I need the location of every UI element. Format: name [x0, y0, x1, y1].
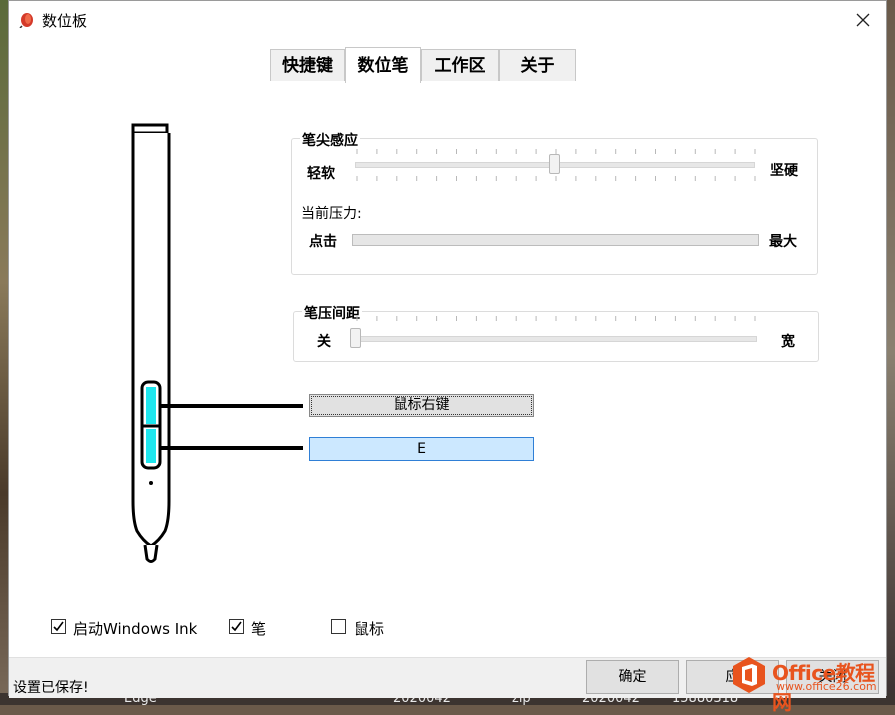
watermark-url: www.office26.com [776, 680, 877, 693]
office-logo-icon [733, 657, 765, 693]
mouse-checkbox[interactable] [331, 619, 346, 634]
firm-label: 坚硬 [770, 163, 798, 179]
checkmark-icon [231, 621, 242, 632]
tab-work-area[interactable]: 工作区 [421, 49, 499, 81]
upper-button-connector [161, 404, 303, 408]
save-status-text: 设置已保存! [13, 680, 89, 696]
tab-pen[interactable]: 数位笔 [345, 47, 421, 83]
tip-sensitivity-title: 笔尖感应 [300, 130, 360, 150]
pen-checkbox-row[interactable]: 笔 [229, 617, 289, 638]
off-label: 关 [317, 334, 331, 350]
pen-lower-button-setting[interactable]: E [309, 437, 534, 461]
tip-sensitivity-group: 笔尖感应 轻软 坚硬 当前压力: 点击 最大 [291, 130, 818, 275]
current-pressure-bar [352, 234, 759, 246]
pen-upper-button-setting[interactable]: 鼠标右键 [309, 394, 534, 417]
click-label: 点击 [309, 234, 337, 250]
desktop-background-right [887, 0, 895, 705]
pressure-spacing-title: 笔压间距 [302, 303, 362, 323]
ok-button[interactable]: 确定 [586, 660, 679, 694]
pressure-spacing-thumb[interactable] [350, 328, 361, 348]
windows-ink-label: 启动Windows Ink [73, 620, 198, 638]
wide-label: 宽 [781, 334, 795, 350]
lower-button-connector [161, 446, 303, 450]
window-close-button[interactable] [840, 1, 886, 39]
tick-marks-spacing [356, 316, 756, 321]
pen-checkbox[interactable] [229, 619, 244, 634]
tab-strip: 快捷键 数位笔 工作区 关于 [9, 47, 886, 84]
close-icon [856, 13, 870, 27]
title-bar: 数位板 [9, 1, 886, 39]
current-pressure-label: 当前压力: [301, 206, 362, 222]
tablet-settings-window: 数位板 快捷键 数位笔 工作区 关于 笔尖感应 轻软 坚硬 当前压力: 点击 最… [8, 0, 887, 698]
windows-ink-checkbox[interactable] [51, 619, 66, 634]
tab-shortcuts[interactable]: 快捷键 [270, 49, 345, 81]
tablet-app-icon [19, 13, 33, 28]
pen-settings-panel: 笔尖感应 轻软 坚硬 当前压力: 点击 最大 笔压间距 关 宽 鼠标右键 E 启… [9, 83, 886, 657]
window-title: 数位板 [42, 12, 88, 30]
checkmark-icon [53, 621, 64, 632]
soft-label: 轻软 [307, 166, 335, 182]
mouse-label: 鼠标 [354, 620, 385, 638]
tip-sensitivity-thumb[interactable] [549, 154, 560, 174]
tick-marks-bottom [356, 176, 756, 181]
tab-about[interactable]: 关于 [499, 49, 576, 81]
pen-label: 笔 [251, 620, 267, 638]
windows-ink-checkbox-row[interactable]: 启动Windows Ink [51, 617, 221, 638]
pen-illustration [131, 123, 171, 563]
pressure-spacing-group: 笔压间距 关 宽 [293, 303, 819, 362]
mouse-checkbox-row[interactable]: 鼠标 [331, 617, 411, 638]
watermark: Office教程网 www.office26.com [722, 654, 892, 714]
pressure-spacing-track[interactable] [355, 336, 757, 342]
max-label: 最大 [769, 234, 797, 250]
